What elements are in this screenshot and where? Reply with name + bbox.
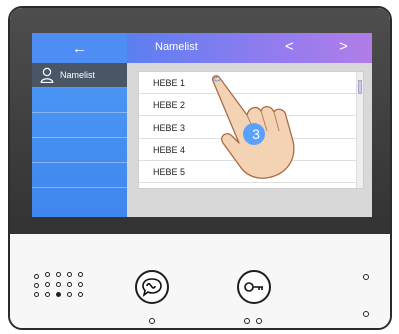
sidebar-item-namelist[interactable]: Namelist xyxy=(32,63,127,88)
status-indicator-light xyxy=(363,274,369,280)
speaker-grille xyxy=(34,271,94,301)
key-icon xyxy=(244,282,263,292)
back-arrow-icon: ← xyxy=(72,39,87,57)
screen: ← Namelist < > Namelist HEBE 1 HEBE 2 HE… xyxy=(32,33,372,217)
talk-indicator-light xyxy=(149,318,155,324)
sidebar: Namelist xyxy=(32,63,127,217)
scroll-thumb[interactable] xyxy=(358,80,362,94)
page-title: Namelist xyxy=(155,41,198,53)
namelist-content: HEBE 1 HEBE 2 HEBE 3 HEBE 4 HEBE 5 3 xyxy=(127,63,372,217)
top-bar: ← Namelist < > xyxy=(32,33,372,63)
speech-bubble-icon xyxy=(142,278,162,297)
unlock-indicator-light xyxy=(256,318,262,324)
talk-button[interactable] xyxy=(135,270,169,304)
sidebar-empty-slot xyxy=(32,113,127,138)
sidebar-empty-slot xyxy=(32,138,127,163)
sidebar-item-label: Namelist xyxy=(60,70,96,80)
prev-page-button[interactable]: < xyxy=(285,38,294,55)
sidebar-empty-slot xyxy=(32,88,127,113)
control-panel xyxy=(10,234,390,328)
sidebar-empty-slot xyxy=(32,163,127,188)
scrollbar[interactable] xyxy=(356,72,363,188)
screen-bezel: ← Namelist < > Namelist HEBE 1 HEBE 2 HE… xyxy=(10,8,390,234)
step-number-badge: 3 xyxy=(252,126,260,142)
intercom-monitor: ← Namelist < > Namelist HEBE 1 HEBE 2 HE… xyxy=(8,6,392,330)
microphone-hole xyxy=(363,311,369,317)
title-bar: Namelist < > xyxy=(127,33,372,63)
unlock-button[interactable] xyxy=(237,270,271,304)
next-page-button[interactable]: > xyxy=(339,38,348,55)
unlock-indicator-light xyxy=(244,318,250,324)
user-icon xyxy=(40,67,54,83)
back-button[interactable]: ← xyxy=(32,33,127,63)
